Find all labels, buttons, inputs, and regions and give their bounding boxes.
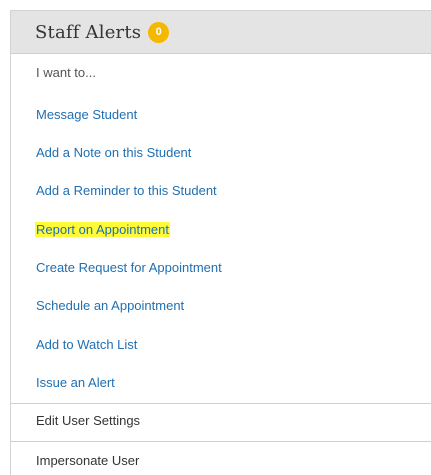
panel-title: Staff Alerts — [35, 21, 142, 43]
edit-user-settings-link[interactable]: Edit User Settings — [36, 413, 140, 428]
menu-item-create-request[interactable]: Create Request for Appointment — [36, 260, 222, 275]
menu-item-message-student[interactable]: Message Student — [36, 107, 137, 122]
menu-divider — [11, 403, 431, 404]
menu-item-add-watch-list[interactable]: Add to Watch List — [36, 337, 137, 352]
menu-heading: I want to... — [36, 65, 96, 80]
panel-header: Staff Alerts 0 — [11, 11, 431, 54]
staff-alerts-panel: Staff Alerts 0 I want to... Message Stud… — [10, 10, 431, 475]
menu-item-add-note[interactable]: Add a Note on this Student — [36, 145, 191, 160]
impersonate-user-link[interactable]: Impersonate User — [36, 453, 139, 468]
menu-item-add-reminder[interactable]: Add a Reminder to this Student — [36, 183, 217, 198]
menu-item-issue-alert[interactable]: Issue an Alert — [36, 375, 115, 390]
alert-count-badge: 0 — [148, 21, 170, 43]
menu-item-schedule-appointment[interactable]: Schedule an Appointment — [36, 298, 184, 313]
footer-divider — [11, 441, 431, 442]
menu-item-report-appointment[interactable]: Report on Appointment — [35, 222, 170, 237]
